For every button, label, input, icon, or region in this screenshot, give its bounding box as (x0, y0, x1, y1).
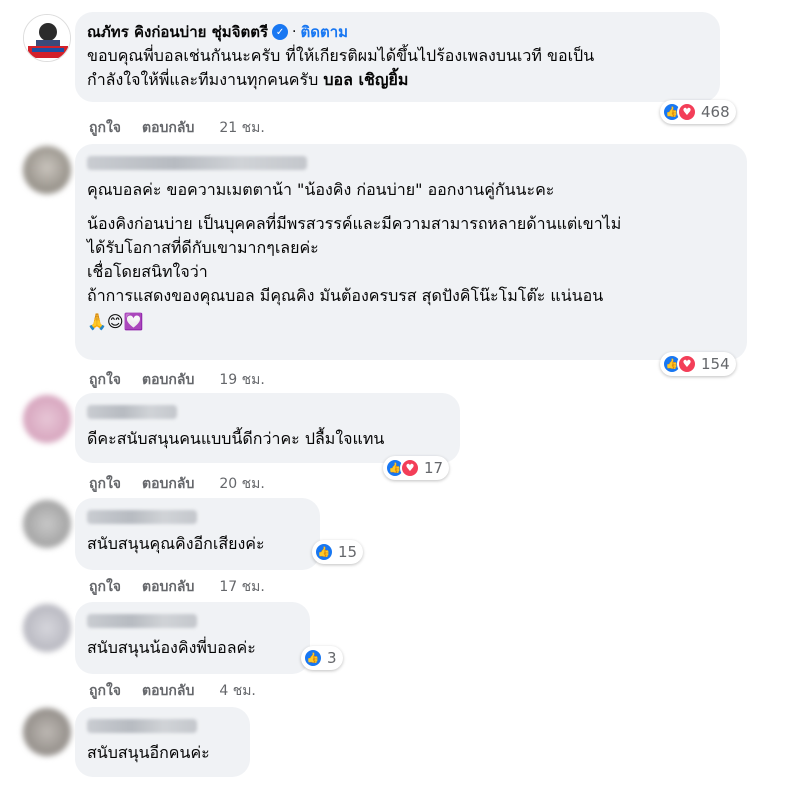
comment-actions: ถูกใจ ตอบกลับ 17 ชม. (89, 576, 265, 598)
reply-button[interactable]: ตอบกลับ (142, 117, 194, 139)
avatar-image (24, 15, 70, 61)
reply-button[interactable]: ตอบกลับ (142, 576, 194, 598)
avatar[interactable] (23, 146, 71, 194)
blurred-author-name[interactable] (87, 405, 177, 419)
reaction-icons: 👍 ♥ (662, 354, 697, 374)
comment-text-p2: น้องคิงก่อนบ่าย เป็นบุคคลที่มีพรสวรรค์แล… (87, 214, 622, 305)
author-name[interactable]: ณภัทร คิงก่อนบ่าย ชุ่มจิตตรี (87, 21, 268, 43)
comment-actions: ถูกใจ ตอบกลับ 21 ชม. (89, 117, 265, 139)
comment-actions: ถูกใจ ตอบกลับ 19 ชม. (89, 369, 265, 391)
timestamp[interactable]: 20 ชม. (219, 473, 264, 495)
comment-actions: ถูกใจ ตอบกลับ 4 ชม. (89, 680, 256, 702)
mention-bold[interactable]: บอล เชิญยิ้ม (323, 70, 408, 89)
separator-dot: · (292, 24, 297, 40)
comment-bubble: คุณบอลค่ะ ขอความเมตตาน้า "น้องคิง ก่อนบ่… (75, 144, 747, 360)
reaction-icons: 👍 (314, 542, 334, 562)
comment-bubble: ดีคะสนับสนุนคนแบบนี้ดีกว่าคะ ปลื้มใจแทน (75, 393, 460, 463)
love-icon: ♥ (677, 354, 697, 374)
reaction-icons: 👍 (303, 648, 323, 668)
avatar[interactable] (23, 708, 71, 756)
avatar[interactable] (23, 500, 71, 548)
like-button[interactable]: ถูกใจ (89, 473, 121, 495)
comment-text: สนับสนุนน้องคิงพี่บอลค่ะ (87, 638, 256, 657)
comment-text-line2: กำลังใจให้พี่และทีมงานทุกคนครับ (87, 70, 319, 89)
comment-text: ขอบคุณพี่บอลเช่นกันนะครับ ที่ให้เกียรติผ… (87, 44, 708, 92)
reaction-summary[interactable]: 👍 ♥ 17 (383, 456, 450, 480)
timestamp[interactable]: 4 ชม. (219, 680, 256, 702)
love-icon: ♥ (677, 102, 697, 122)
comment-bubble: สนับสนุนอีกคนค่ะ (75, 707, 250, 777)
love-icon: ♥ (400, 458, 420, 478)
reaction-summary[interactable]: 👍 3 (301, 646, 343, 670)
blurred-author-name[interactable] (87, 156, 307, 170)
reaction-summary[interactable]: 👍 15 (312, 540, 364, 564)
reply-button[interactable]: ตอบกลับ (142, 369, 194, 391)
timestamp[interactable]: 19 ชม. (219, 369, 264, 391)
like-button[interactable]: ถูกใจ (89, 369, 121, 391)
like-button[interactable]: ถูกใจ (89, 576, 121, 598)
reply-button[interactable]: ตอบกลับ (142, 680, 194, 702)
like-button[interactable]: ถูกใจ (89, 117, 121, 139)
comment-text-p1: คุณบอลค่ะ ขอความเมตตาน้า "น้องคิง ก่อนบ่… (87, 180, 555, 199)
comment-bubble: สนับสนุนคุณคิงอีกเสียงค่ะ (75, 498, 320, 570)
reaction-icons: 👍 ♥ (662, 102, 697, 122)
avatar[interactable] (23, 14, 71, 62)
verified-badge-icon: ✓ (272, 24, 289, 40)
timestamp[interactable]: 17 ชม. (219, 576, 264, 598)
avatar[interactable] (23, 604, 71, 652)
avatar[interactable] (23, 395, 71, 443)
reaction-count: 468 (701, 103, 730, 121)
blurred-author-name[interactable] (87, 614, 197, 628)
reaction-summary[interactable]: 👍 ♥ 154 (660, 352, 736, 376)
reaction-count: 15 (338, 543, 358, 561)
blurred-author-name[interactable] (87, 719, 197, 733)
comment-text: สนับสนุนคุณคิงอีกเสียงค่ะ (87, 534, 265, 553)
like-icon: 👍 (314, 542, 334, 562)
follow-button[interactable]: ติดตาม (300, 20, 348, 44)
like-button[interactable]: ถูกใจ (89, 680, 121, 702)
comment-actions: ถูกใจ ตอบกลับ 20 ชม. (89, 473, 265, 495)
reply-button[interactable]: ตอบกลับ (142, 473, 194, 495)
blurred-author-name[interactable] (87, 510, 197, 524)
emoji-row: 🙏😊💟 (87, 312, 144, 331)
reaction-icons: 👍 ♥ (385, 458, 420, 478)
reaction-count: 3 (327, 649, 337, 667)
like-icon: 👍 (303, 648, 323, 668)
comment-text: ดีคะสนับสนุนคนแบบนี้ดีกว่าคะ ปลื้มใจแทน (87, 429, 385, 448)
comment-bubble: ณภัทร คิงก่อนบ่าย ชุ่มจิตตรี ✓ · ติดตาม … (75, 12, 720, 102)
timestamp[interactable]: 21 ชม. (219, 117, 264, 139)
comment-bubble: สนับสนุนน้องคิงพี่บอลค่ะ (75, 602, 310, 674)
reaction-summary[interactable]: 👍 ♥ 468 (660, 100, 736, 124)
reaction-count: 154 (701, 355, 730, 373)
comment-text-line1: ขอบคุณพี่บอลเช่นกันนะครับ ที่ให้เกียรติผ… (87, 46, 595, 65)
reaction-count: 17 (424, 459, 444, 477)
author-row: ณภัทร คิงก่อนบ่าย ชุ่มจิตตรี ✓ · ติดตาม (87, 20, 708, 44)
comment-text: สนับสนุนอีกคนค่ะ (87, 743, 210, 762)
